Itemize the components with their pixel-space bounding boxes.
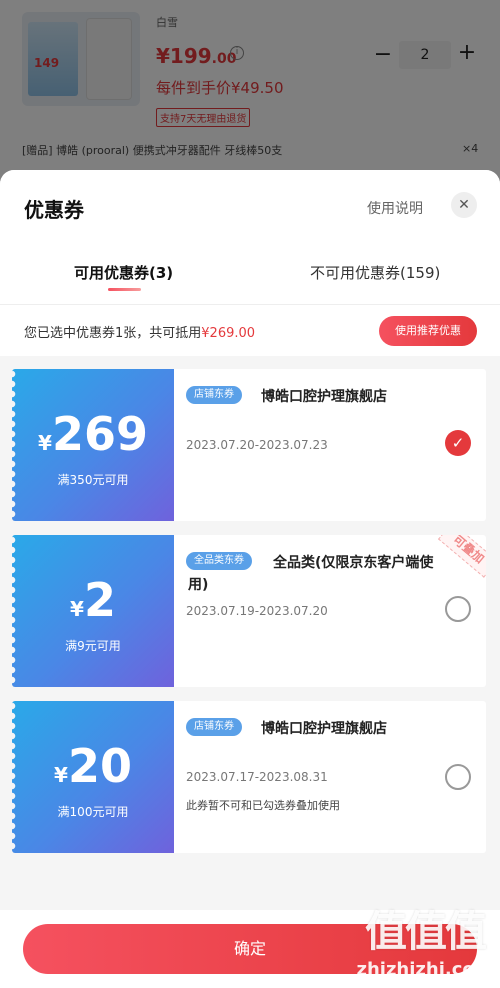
coupon-type-tag: 店铺东券 <box>186 718 242 736</box>
coupon-type-tag: 全品类东券 <box>186 552 252 570</box>
active-tab-indicator <box>108 288 141 291</box>
watermark: 值值值 zhizhizhi.com <box>350 898 500 980</box>
summary-text: 您已选中优惠券1张，共可抵用¥269.00 <box>24 322 255 341</box>
coupon-scope-name: 全品类(仅限京东客户端使 <box>273 555 434 571</box>
tab-available-coupons[interactable]: 可用优惠券(3) <box>74 262 173 283</box>
tab-unavailable-coupons[interactable]: 不可用优惠券(159) <box>310 262 440 283</box>
use-recommended-button[interactable]: 使用推荐优惠 <box>379 316 477 346</box>
sheet-title: 优惠券 <box>24 198 84 222</box>
coupon-validity: 2023.07.20-2023.07.23 <box>186 438 328 452</box>
coupon-scope-name-cont: 用) <box>188 577 209 593</box>
coupon-amount-value: 20 <box>67 739 132 793</box>
coupon-sheet: 优惠券 使用说明 ✕ 可用优惠券(3) 不可用优惠券(159) 您已选中优惠券1… <box>0 170 500 988</box>
currency-symbol: ¥ <box>38 431 52 455</box>
coupon-condition: 满9元可用 <box>65 639 121 653</box>
coupon-condition: 满350元可用 <box>57 473 129 487</box>
coupon-type-tag: 店铺东券 <box>186 386 242 404</box>
coupon-checkbox-checked[interactable]: ✓ <box>445 430 471 456</box>
coupon-amount: ¥20 <box>12 739 174 793</box>
coupon-condition: 满100元可用 <box>57 805 129 819</box>
summary-prefix: 您已选中优惠券1张，共可抵用 <box>24 326 202 341</box>
coupon-store-name: 博皓口腔护理旗舰店 <box>261 721 387 737</box>
close-icon: ✕ <box>458 197 470 213</box>
coupon-validity: 2023.07.17-2023.08.31 <box>186 770 328 784</box>
stackable-badge: 可叠加 <box>437 535 486 578</box>
currency-symbol: ¥ <box>70 597 84 621</box>
currency-symbol: ¥ <box>54 763 68 787</box>
sheet-header: 优惠券 使用说明 ✕ 可用优惠券(3) 不可用优惠券(159) <box>0 170 500 304</box>
coupon-amount-value: 269 <box>51 407 148 461</box>
coupon-store-name: 博皓口腔护理旗舰店 <box>261 389 387 405</box>
coupon-checkbox[interactable] <box>445 764 471 790</box>
selection-summary: 您已选中优惠券1张，共可抵用¥269.00 使用推荐优惠 <box>0 304 500 356</box>
coupon-value-panel: ¥269 满350元可用 <box>12 369 174 521</box>
usage-instructions-link[interactable]: 使用说明 <box>367 198 423 218</box>
checkmark-icon: ✓ <box>451 434 465 452</box>
coupon-validity: 2023.07.19-2023.07.20 <box>186 604 328 618</box>
close-button[interactable]: ✕ <box>451 192 477 218</box>
watermark-logo: 值值值 <box>364 907 487 956</box>
coupon-checkbox[interactable] <box>445 596 471 622</box>
coupon-card[interactable]: ¥2 满9元可用 全品类东券 全品类(仅限京东客户端使 用) 2023.07.1… <box>12 535 486 687</box>
summary-amount: ¥269.00 <box>201 326 256 341</box>
coupon-note: 此券暂不可和已勾选券叠加使用 <box>186 799 340 812</box>
coupon-value-panel: ¥2 满9元可用 <box>12 535 174 687</box>
coupon-amount: ¥2 <box>12 573 174 627</box>
coupon-amount: ¥269 <box>12 407 174 461</box>
coupon-value-panel: ¥20 满100元可用 <box>12 701 174 853</box>
coupon-card[interactable]: ¥269 满350元可用 店铺东券 博皓口腔护理旗舰店 2023.07.20-2… <box>12 369 486 521</box>
coupon-card[interactable]: ¥20 满100元可用 店铺东券 博皓口腔护理旗舰店 2023.07.17-20… <box>12 701 486 853</box>
coupon-amount-value: 2 <box>83 573 116 627</box>
watermark-site: zhizhizhi.com <box>356 959 494 980</box>
